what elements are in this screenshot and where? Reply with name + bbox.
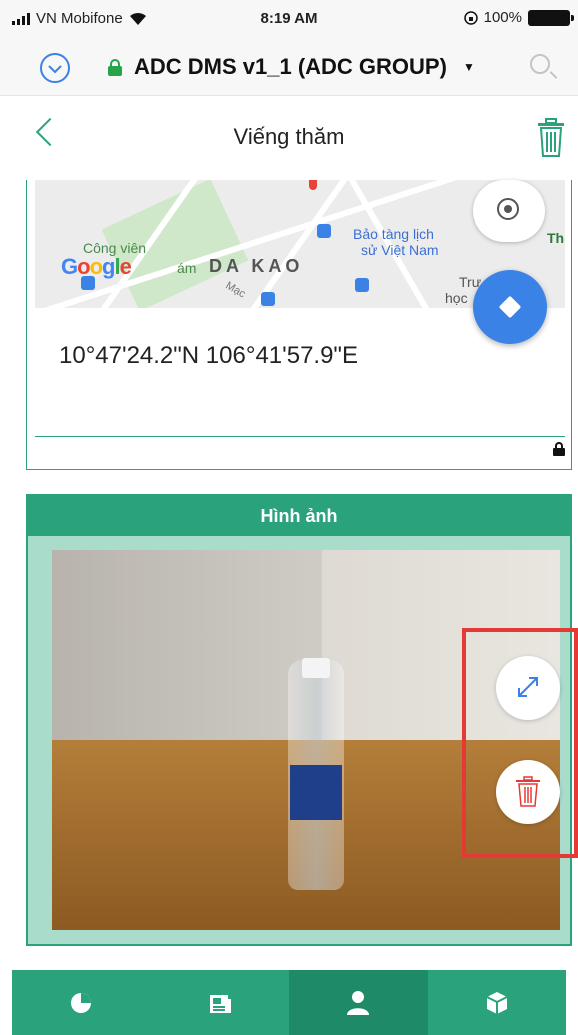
google-logo: Google — [61, 254, 132, 279]
orientation-lock-icon — [463, 10, 478, 25]
app-title-group[interactable]: ADC DMS v1_1 (ADC GROUP) ▼ — [108, 54, 475, 80]
image-section-title: Hình ảnh — [28, 496, 570, 536]
bottom-nav-bar — [12, 970, 566, 1035]
map-poi-icon — [81, 276, 95, 290]
app-header: ADC DMS v1_1 (ADC GROUP) ▼ — [0, 40, 578, 96]
page-title: Viếng thăm — [233, 124, 345, 149]
photo-bottle-label — [290, 765, 342, 820]
nav-item-customer[interactable] — [289, 970, 428, 1035]
search-icon[interactable] — [530, 54, 550, 74]
trash-icon[interactable] — [536, 118, 566, 158]
page-title-bar: Viếng thăm — [0, 96, 578, 178]
app-title: ADC DMS v1_1 (ADC GROUP) — [134, 54, 447, 79]
map-label-district: DA KAO — [209, 256, 304, 276]
chevron-down-icon — [48, 65, 62, 74]
battery-icon — [528, 9, 574, 26]
coordinates-text: 10°47'24.2"N 106°41'57.9"E — [59, 342, 358, 369]
map-poi-icon — [261, 292, 275, 306]
photo-bottle-cap — [302, 658, 330, 678]
crosshair-dot — [504, 205, 512, 213]
expand-icon — [518, 677, 538, 697]
map-label-th: Th — [547, 230, 565, 246]
caret-down-icon: ▼ — [462, 60, 475, 74]
user-icon — [347, 990, 370, 1015]
bottom-navigation — [0, 970, 578, 1035]
expand-photo-button[interactable] — [496, 656, 560, 720]
my-location-button[interactable] — [473, 180, 545, 242]
nav-item-products[interactable] — [428, 970, 567, 1035]
location-card: Công viên ám Google DA KAO Bảo tàng lịch… — [26, 180, 572, 470]
map-label-museum-2: sử Việt Nam — [361, 242, 439, 258]
map-label-park-suffix: ám — [177, 260, 197, 276]
lock-icon — [553, 442, 565, 456]
news-icon — [209, 994, 231, 1013]
trash-icon — [516, 776, 540, 807]
map-label-street: Mạc — [223, 279, 248, 301]
account-dropdown-button[interactable] — [40, 53, 70, 83]
pie-chart-icon — [71, 992, 92, 1013]
coordinates-underline — [35, 436, 565, 437]
battery-group: 100% — [463, 9, 574, 26]
photo-wall-left — [52, 550, 322, 760]
directions-icon — [498, 295, 522, 319]
map-label-museum: Bảo tàng lịch — [353, 226, 434, 242]
status-bar: VN Mobifone 8:19 AM 100% — [0, 0, 578, 40]
directions-button[interactable] — [473, 270, 547, 344]
box-icon — [486, 991, 508, 1014]
map-label-school-2: học — [445, 290, 468, 306]
nav-item-dashboard[interactable] — [12, 970, 151, 1035]
map-poi-icon — [355, 278, 369, 292]
lock-icon — [108, 59, 122, 76]
battery-percent: 100% — [483, 9, 522, 26]
map-pin-icon — [309, 180, 317, 190]
delete-photo-button[interactable] — [496, 760, 560, 824]
map-poi-icon — [317, 224, 331, 238]
nav-item-news[interactable] — [151, 970, 290, 1035]
